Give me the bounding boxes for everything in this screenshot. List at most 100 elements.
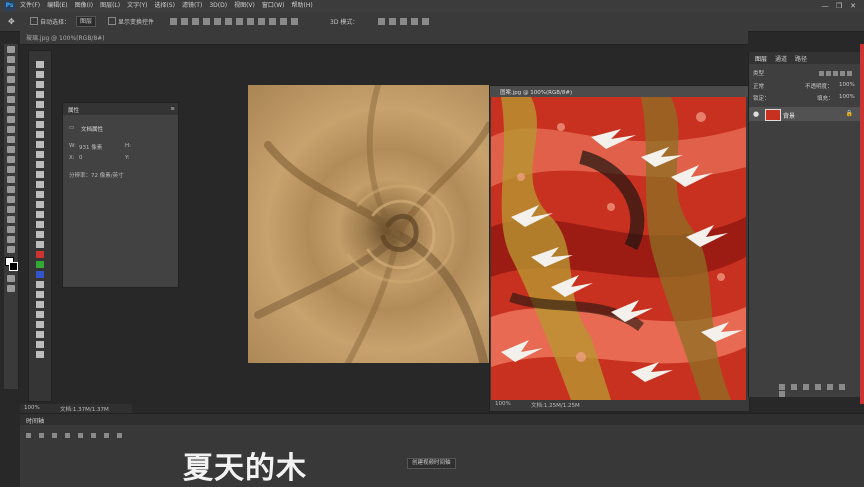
red-channel-icon[interactable] [36,251,44,258]
filter-pixel-icon[interactable] [819,71,824,76]
character-icon[interactable] [36,131,44,138]
layer-comps-icon[interactable] [36,231,44,238]
timeline-icon[interactable] [36,241,44,248]
align-top-icon[interactable] [170,18,177,25]
history-brush-icon[interactable] [7,136,15,143]
navigator-icon[interactable] [36,171,44,178]
libraries-icon[interactable] [36,281,44,288]
clone-source-icon[interactable] [36,151,44,158]
brush-settings-icon[interactable] [36,311,44,318]
3d-scale-icon[interactable] [422,18,429,25]
fill-value[interactable]: 100% [839,94,855,100]
tab-channels[interactable]: 通道 [775,54,787,63]
fabric-canvas-image[interactable] [248,85,489,363]
auto-select-checkbox[interactable] [30,17,38,25]
first-frame-icon[interactable] [26,433,31,438]
delete-layer-icon[interactable] [779,390,785,397]
panel-menu-icon[interactable]: ≡ [170,106,175,112]
play-icon[interactable] [52,433,57,438]
quick-select-icon[interactable] [7,76,15,83]
x-value[interactable]: 0 [79,155,83,161]
auto-select-dropdown[interactable]: 图层 [76,16,97,27]
crop-icon[interactable] [7,86,15,93]
distribute-top-icon[interactable] [236,18,243,25]
next-frame-icon[interactable] [65,433,70,438]
render-icon[interactable] [117,433,122,438]
color-icon[interactable] [36,91,44,98]
move-tool-icon[interactable]: ✥ [8,17,15,26]
properties-header[interactable] [63,103,178,115]
3d-pan-icon[interactable] [400,18,407,25]
color-swatches[interactable] [4,257,18,273]
3d-rotate-icon[interactable] [378,18,385,25]
minimize-icon[interactable]: — [818,0,832,12]
menu-file[interactable]: 文件(F) [20,0,40,12]
settings-icon[interactable] [91,433,96,438]
type-icon[interactable] [7,196,15,203]
distribute-center-icon[interactable] [280,18,287,25]
quick-mask-icon[interactable] [7,275,15,282]
histogram-icon[interactable] [36,181,44,188]
pen-icon[interactable] [7,186,15,193]
brush-icon[interactable] [7,116,15,123]
more-tools-icon[interactable] [7,246,15,253]
new-layer-icon[interactable] [839,383,845,390]
align-middle-icon[interactable] [181,18,188,25]
menu-edit[interactable]: 编辑(E) [47,0,67,12]
tab-paths[interactable]: 路径 [795,54,807,63]
menu-filter[interactable]: 滤镜(T) [182,0,202,12]
move-icon[interactable] [7,46,15,53]
main-zoom[interactable]: 100% [24,405,40,411]
hand-icon[interactable] [7,226,15,233]
pattern-canvas-image[interactable] [491,97,746,400]
audio-icon[interactable] [78,433,83,438]
properties-icon[interactable] [36,351,44,358]
clone-stamp-icon[interactable] [7,126,15,133]
layer-kind-filter[interactable]: 类型 [753,69,764,77]
filter-shape-icon[interactable] [840,71,845,76]
marquee-icon[interactable] [7,56,15,63]
align-right-icon[interactable] [225,18,232,25]
pattern-window-titlebar[interactable]: 图案.jpg @ 100%(RGB/8#) [490,86,749,97]
info-icon[interactable] [36,161,44,168]
styles-icon[interactable] [36,111,44,118]
blend-mode-dropdown[interactable]: 正常 [753,82,764,90]
distribute-middle-icon[interactable] [247,18,254,25]
eye-icon[interactable]: ● [753,110,759,118]
filter-adjust-icon[interactable] [826,71,831,76]
split-icon[interactable] [104,433,109,438]
menu-window[interactable]: 窗口(W) [262,0,285,12]
lasso-icon[interactable] [7,66,15,73]
filter-smart-icon[interactable] [847,71,852,76]
shape-icon[interactable] [7,216,15,223]
tool-presets-icon[interactable] [36,211,44,218]
path-select-icon[interactable] [7,206,15,213]
actions-icon[interactable] [36,71,44,78]
align-center-icon[interactable] [214,18,221,25]
menu-3d[interactable]: 3D(D) [209,0,227,12]
distribute-bottom-icon[interactable] [258,18,265,25]
dodge-icon[interactable] [7,176,15,183]
zoom-icon[interactable] [7,236,15,243]
paragraph-icon[interactable] [36,121,44,128]
3d-roll-icon[interactable] [389,18,396,25]
align-left-icon[interactable] [203,18,210,25]
tab-layers[interactable]: 图层 [755,54,767,63]
menu-help[interactable]: 帮助(H) [292,0,313,12]
screen-mode-icon[interactable] [7,285,15,292]
menu-type[interactable]: 文字(Y) [127,0,147,12]
green-channel-icon[interactable] [36,261,44,268]
new-group-icon[interactable] [827,383,833,390]
mask-icon[interactable] [36,301,44,308]
eyedropper-icon[interactable] [7,96,15,103]
notes-icon[interactable] [36,191,44,198]
menu-layer[interactable]: 图层(L) [100,0,120,12]
menu-view[interactable]: 视图(V) [234,0,255,12]
healing-brush-icon[interactable] [7,106,15,113]
maximize-icon[interactable]: ❐ [832,0,846,12]
menu-image[interactable]: 图像(I) [75,0,93,12]
link-layers-icon[interactable] [779,383,785,390]
eraser-icon[interactable] [7,146,15,153]
swatches-icon[interactable] [36,81,44,88]
timeline-header[interactable]: 时间轴 [20,414,864,425]
